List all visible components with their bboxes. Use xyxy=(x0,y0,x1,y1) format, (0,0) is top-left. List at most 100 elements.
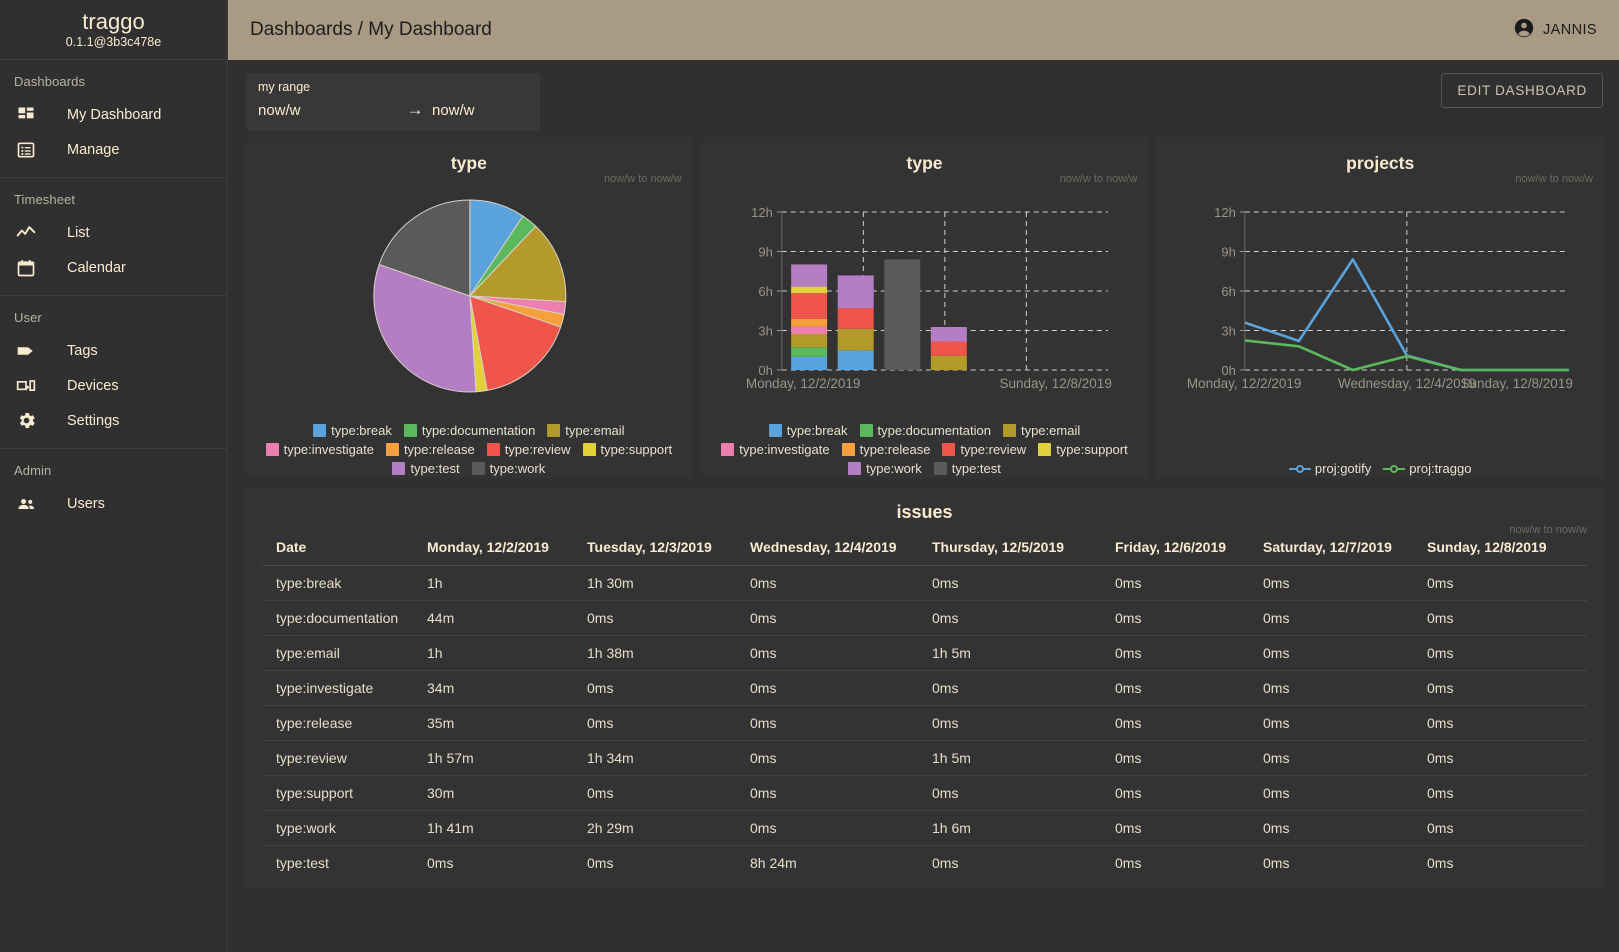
table-cell: 0ms xyxy=(750,601,932,636)
range-from-input[interactable]: now/w xyxy=(258,102,398,119)
account-circle-icon xyxy=(1513,17,1535,44)
legend-item-type-investigate[interactable]: type:investigate xyxy=(721,442,829,457)
legend-item-type-support[interactable]: type:support xyxy=(1038,442,1128,457)
edit-dashboard-button[interactable]: EDIT DASHBOARD xyxy=(1441,73,1603,108)
card-title: type xyxy=(246,137,692,174)
legend-item-type-review[interactable]: type:review xyxy=(487,442,571,457)
table-row[interactable]: type:investigate34m0ms0ms0ms0ms0ms0ms xyxy=(262,671,1587,706)
legend-item-proj-gotify[interactable]: proj:gotify xyxy=(1289,461,1371,476)
legend-swatch xyxy=(266,443,279,456)
user-menu[interactable]: JANNIS xyxy=(1513,17,1597,44)
legend-label: type:review xyxy=(505,442,571,457)
table-cell: 0ms xyxy=(1115,671,1263,706)
nav-group-admin: Admin Users xyxy=(0,449,227,531)
sidebar-item-users[interactable]: Users xyxy=(0,486,227,521)
table-row[interactable]: type:test0ms0ms8h 24m0ms0ms0ms0ms xyxy=(262,846,1587,881)
legend-item-type-break[interactable]: type:break xyxy=(769,423,848,438)
table-cell: 0ms xyxy=(750,671,932,706)
table-row[interactable]: type:email1h1h 38m0ms1h 5m0ms0ms0ms xyxy=(262,636,1587,671)
legend-label: type:support xyxy=(601,442,673,457)
legend-item-type-investigate[interactable]: type:investigate xyxy=(266,442,374,457)
y-tick-label: 12h xyxy=(751,205,773,220)
table-row-label: type:investigate xyxy=(262,671,427,706)
legend-item-type-support[interactable]: type:support xyxy=(583,442,673,457)
legend-item-type-release[interactable]: type:release xyxy=(842,442,931,457)
sidebar-item-tags[interactable]: Tags xyxy=(0,333,227,368)
bar-segment-type-work xyxy=(791,264,827,286)
legend-item-proj-traggo[interactable]: proj:traggo xyxy=(1383,461,1471,476)
table-row[interactable]: type:review1h 57m1h 34m0ms1h 5m0ms0ms0ms xyxy=(262,741,1587,776)
nav-group-dashboards: Dashboards My Dashboard Manage xyxy=(0,60,227,178)
table-cell: 0ms xyxy=(587,776,750,811)
table-cell: 35m xyxy=(427,706,587,741)
table-cell: 1h 34m xyxy=(587,741,750,776)
legend-item-type-release[interactable]: type:release xyxy=(386,442,475,457)
sidebar-item-manage[interactable]: Manage xyxy=(0,132,227,167)
legend-item-type-work[interactable]: type:work xyxy=(848,461,922,476)
table-cell: 1h 41m xyxy=(427,811,587,846)
sidebar-item-my-dashboard[interactable]: My Dashboard xyxy=(0,97,227,132)
gear-icon xyxy=(14,409,38,433)
legend-item-type-test[interactable]: type:test xyxy=(392,461,459,476)
range-to-input[interactable]: now/w xyxy=(432,102,475,119)
legend-item-type-email[interactable]: type:email xyxy=(1003,423,1080,438)
list-alt-icon xyxy=(14,138,38,162)
table-column-header[interactable]: Tuesday, 12/3/2019 xyxy=(587,531,750,566)
bar-segment-type-email xyxy=(791,334,827,347)
sidebar-item-label: Manage xyxy=(67,142,119,158)
table-row[interactable]: type:work1h 41m2h 29m0ms1h 6m0ms0ms0ms xyxy=(262,811,1587,846)
legend-swatch xyxy=(1003,424,1016,437)
table-column-header[interactable]: Friday, 12/6/2019 xyxy=(1115,531,1263,566)
legend-swatch xyxy=(313,424,326,437)
legend-item-type-review[interactable]: type:review xyxy=(942,442,1026,457)
sidebar-item-calendar[interactable]: Calendar xyxy=(0,250,227,285)
sidebar-item-label: Devices xyxy=(67,378,119,394)
legend-item-type-documentation[interactable]: type:documentation xyxy=(404,423,535,438)
legend-label: type:release xyxy=(860,442,931,457)
line-legend: proj:gotify proj:traggo xyxy=(1157,461,1603,476)
legend-item-type-test[interactable]: type:test xyxy=(934,461,1001,476)
legend-item-type-break[interactable]: type:break xyxy=(313,423,392,438)
table-column-header[interactable]: Thursday, 12/5/2019 xyxy=(932,531,1115,566)
table-cell: 0ms xyxy=(587,846,750,881)
table-cell: 0ms xyxy=(1263,566,1427,601)
table-cell: 0ms xyxy=(1115,601,1263,636)
bar-chart[interactable]: 0h3h6h9h12hMonday, 12/2/2019Sunday, 12/8… xyxy=(702,174,1148,414)
line-chart[interactable]: 0h3h6h9h12hMonday, 12/2/2019Wednesday, 1… xyxy=(1157,174,1603,414)
table-column-header[interactable]: Monday, 12/2/2019 xyxy=(427,531,587,566)
legend-swatch xyxy=(547,424,560,437)
x-axis-label-left: Monday, 12/2/2019 xyxy=(746,376,861,391)
bar-segment-type-review xyxy=(931,341,967,355)
legend-item-type-work[interactable]: type:work xyxy=(472,461,546,476)
range-label: my range xyxy=(258,80,528,94)
table-column-header[interactable]: Date xyxy=(262,531,427,566)
table-cell: 0ms xyxy=(1115,846,1263,881)
bar-segment-type-documentation xyxy=(791,347,827,357)
bar-segment-type-review xyxy=(791,293,827,319)
table-cell: 0ms xyxy=(1115,706,1263,741)
table-column-header[interactable]: Sunday, 12/8/2019 xyxy=(1427,531,1587,566)
table-row[interactable]: type:documentation44m0ms0ms0ms0ms0ms0ms xyxy=(262,601,1587,636)
nav-group-user: User Tags Devices Settings xyxy=(0,296,227,449)
table-cell: 0ms xyxy=(1427,846,1587,881)
table-row[interactable]: type:break1h1h 30m0ms0ms0ms0ms0ms xyxy=(262,566,1587,601)
legend-swatch xyxy=(942,443,955,456)
legend-swatch xyxy=(392,462,405,475)
legend-item-type-documentation[interactable]: type:documentation xyxy=(860,423,991,438)
table-cell: 1h 5m xyxy=(932,636,1115,671)
table-row[interactable]: type:release35m0ms0ms0ms0ms0ms0ms xyxy=(262,706,1587,741)
table-row[interactable]: type:support30m0ms0ms0ms0ms0ms0ms xyxy=(262,776,1587,811)
sidebar-item-settings[interactable]: Settings xyxy=(0,403,227,438)
legend-label: proj:gotify xyxy=(1315,461,1371,476)
sidebar-item-devices[interactable]: Devices xyxy=(0,368,227,403)
table-cell: 0ms xyxy=(1115,776,1263,811)
sidebar-item-label: List xyxy=(67,225,90,241)
sidebar-item-list[interactable]: List xyxy=(0,215,227,250)
pie-chart[interactable] xyxy=(246,174,692,414)
card-title: type xyxy=(702,137,1148,174)
legend-item-type-email[interactable]: type:email xyxy=(547,423,624,438)
table-row-label: type:break xyxy=(262,566,427,601)
range-selector[interactable]: my range now/w → now/w xyxy=(246,73,540,131)
table-column-header[interactable]: Wednesday, 12/4/2019 xyxy=(750,531,932,566)
table-column-header[interactable]: Saturday, 12/7/2019 xyxy=(1263,531,1427,566)
